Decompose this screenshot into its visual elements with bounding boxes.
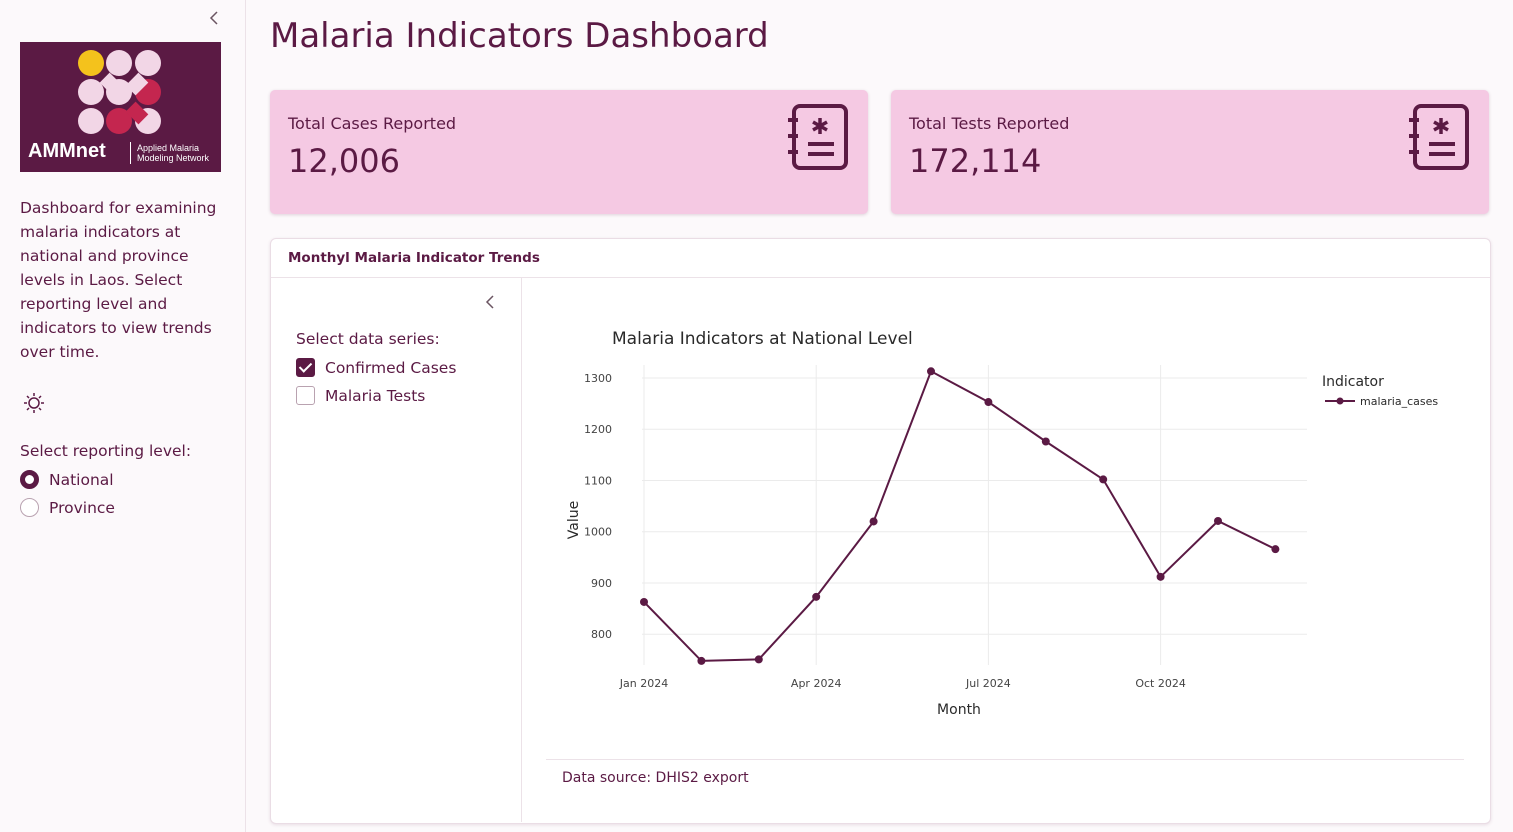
card-sidebar: Select data series: Confirmed Cases Mala… [271,278,522,822]
checkbox-confirmed-cases[interactable]: Confirmed Cases [296,358,456,377]
card-header: Monthyl Malaria Indicator Trends [271,239,1490,278]
y-axis-label: Value [566,501,582,539]
kpi-total-cases: Total Cases Reported 12,006 [270,90,868,214]
y-tick-label: 800 [591,628,612,641]
kpi-total-tests: Total Tests Reported 172,114 [891,90,1489,214]
checkbox-label: Confirmed Cases [325,358,457,377]
data-point [927,367,935,376]
card-divider [546,759,1464,760]
data-point [812,592,821,601]
chart-area[interactable]: Malaria Indicators at National Level 800 9… [562,320,1448,718]
journal-medical-icon [788,104,848,170]
x-tick-label: Jul 2024 [965,677,1011,690]
data-point [1271,545,1280,554]
kpi-value: 172,114 [909,142,1042,180]
x-tick-label: Jan 2024 [619,677,668,690]
y-tick-label: 1100 [584,474,612,487]
legend-item-label: malaria_cases [1360,395,1438,408]
y-tick-label: 900 [591,577,612,590]
logo-wordmark: AMMnet [28,140,106,162]
data-point [984,398,993,407]
checkbox[interactable] [296,386,315,405]
sidebar: AMMnet Applied Malaria Modeling Network … [0,0,246,832]
checkbox-label: Malaria Tests [325,386,426,405]
y-tick-label: 1200 [584,423,612,436]
trends-card: Monthyl Malaria Indicator Trends Select … [270,238,1491,824]
checkbox[interactable] [296,358,315,377]
chart-title: Malaria Indicators at National Level [612,329,913,349]
data-point [1099,475,1108,484]
legend-title: Indicator [1322,374,1384,390]
radio-label: Province [49,498,115,517]
series-line-malaria-cases [643,369,1276,662]
x-tick-label: Apr 2024 [791,677,842,690]
logo-subtitle-2: Modeling Network [137,153,210,163]
data-point [697,656,706,665]
data-source-note: Data source: DHIS2 export [562,770,749,786]
radio-button[interactable] [20,498,39,517]
data-point [1041,437,1050,446]
x-tick-label: Oct 2024 [1135,677,1186,690]
kpi-label: Total Cases Reported [288,114,457,133]
sidebar-collapse-icon[interactable] [207,9,221,31]
kpi-value: 12,006 [288,142,400,180]
data-point [754,655,763,664]
y-tick-label: 1300 [584,372,612,385]
journal-medical-icon [1409,104,1469,170]
sidebar-description: Dashboard for examining malaria indicato… [20,199,217,361]
ammnet-logo: AMMnet Applied Malaria Modeling Network [20,42,221,172]
logo-subtitle-1: Applied Malaria [137,143,200,153]
line-chart[interactable]: Malaria Indicators at National Level 800 9… [562,320,1448,718]
x-axis-label: Month [937,702,981,718]
data-point [640,597,648,606]
kpi-label: Total Tests Reported [909,114,1070,133]
radio-label: National [49,470,114,489]
radio-province[interactable]: Province [20,498,115,517]
data-point [1156,572,1165,581]
page-title: Malaria Indicators Dashboard [270,16,769,56]
reporting-level-label: Select reporting level: [20,442,192,460]
radio-button[interactable] [20,470,39,489]
data-point [1214,516,1222,525]
radio-national[interactable]: National [20,470,114,489]
y-tick-label: 1000 [584,526,612,539]
legend-marker [1336,397,1344,405]
checkbox-malaria-tests[interactable]: Malaria Tests [296,386,425,405]
sun-icon[interactable] [23,392,45,414]
logo-divider [130,142,131,164]
data-point [869,517,878,526]
series-label: Select data series: [296,330,440,348]
card-sidebar-collapse-icon[interactable] [483,293,497,315]
